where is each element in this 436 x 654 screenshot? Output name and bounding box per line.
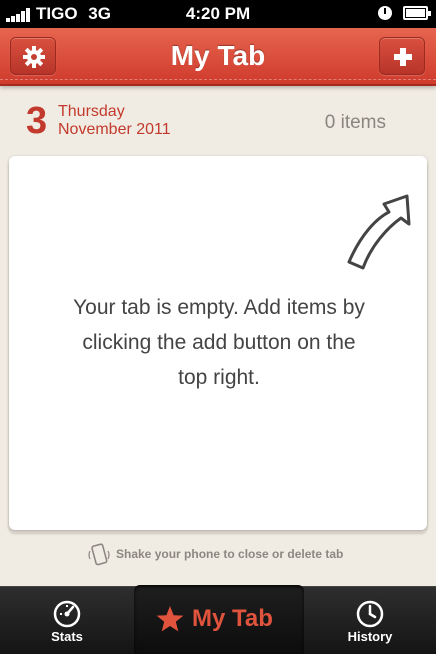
- tab-stats-label: Stats: [51, 629, 83, 644]
- date-month-year: November 2011: [58, 121, 171, 138]
- shake-hint: Shake your phone to close or delete tab: [0, 540, 436, 566]
- plus-icon: [394, 48, 412, 66]
- tab-bar: Stats My Tab History: [0, 585, 436, 654]
- shaking-phone-icon: [88, 543, 110, 566]
- add-item-button[interactable]: [379, 37, 425, 75]
- hint-text: Shake your phone to close or delete tab: [116, 547, 344, 561]
- tab-stats[interactable]: Stats: [0, 587, 134, 654]
- empty-tab-message: Your tab is empty. Add items by clicking…: [73, 296, 365, 389]
- tab-my-tab-label: My Tab: [192, 605, 273, 632]
- status-time: 4:20 PM: [185, 4, 251, 23]
- clock-icon: [356, 600, 384, 628]
- tab-history-label: History: [347, 629, 393, 644]
- speedometer-icon: [53, 600, 81, 628]
- alarm-clock-icon: [378, 6, 392, 20]
- tab-my-tab[interactable]: My Tab: [134, 585, 304, 654]
- date-weekday: Thursday: [58, 103, 125, 120]
- item-count: 0 items: [324, 112, 386, 133]
- tab-card: Your tab is empty. Add items by clicking…: [9, 156, 427, 530]
- page-title: My Tab: [170, 40, 266, 71]
- status-bar: TIGO 3G 4:20 PM: [0, 0, 436, 28]
- curved-arrow-icon: [347, 194, 411, 270]
- tab-history[interactable]: History: [304, 587, 436, 654]
- battery-icon: [403, 6, 431, 20]
- star-icon: [156, 606, 184, 632]
- date-day-number: 3: [26, 100, 48, 142]
- nav-bar: My Tab: [0, 28, 436, 86]
